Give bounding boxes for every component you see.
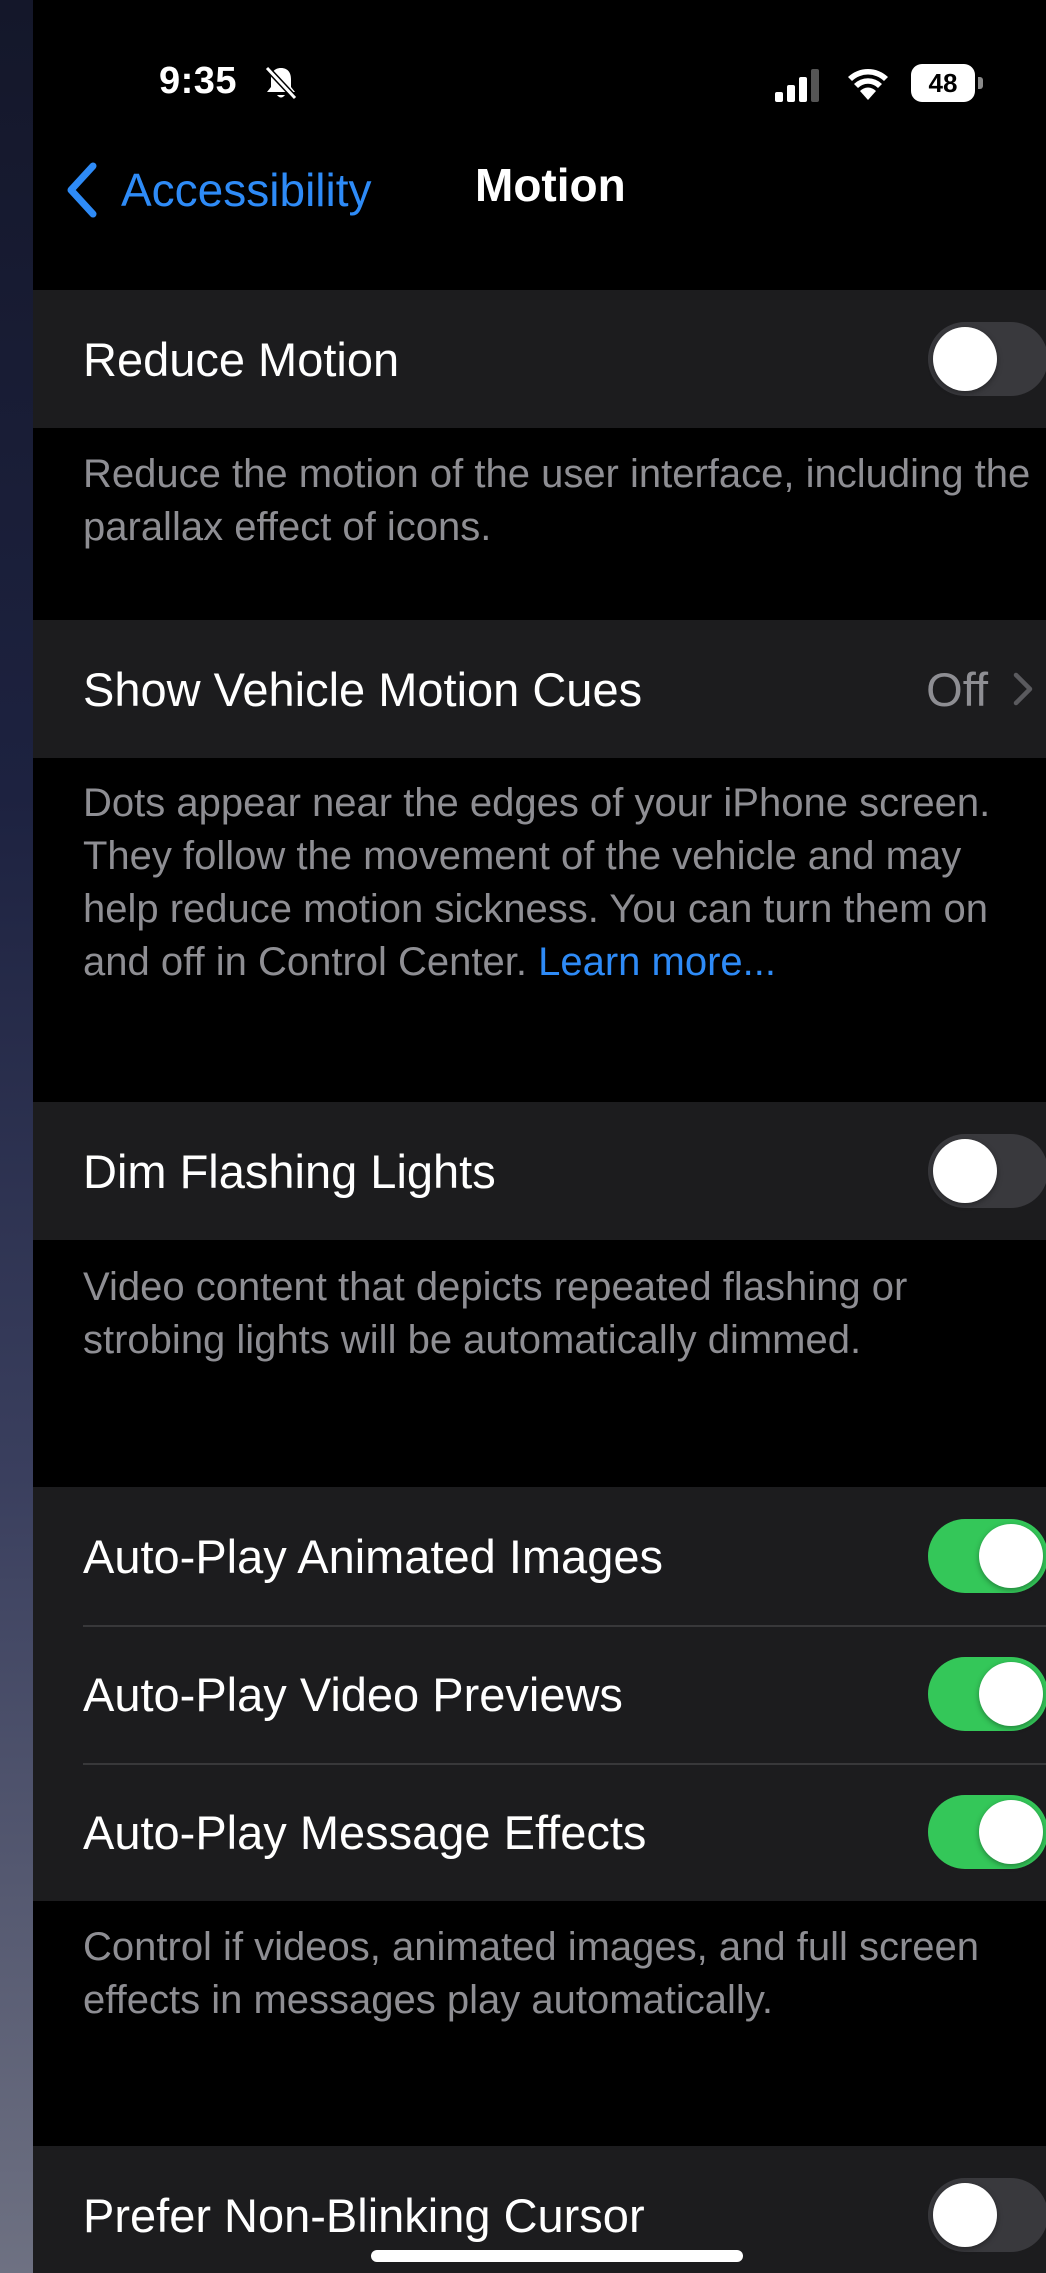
home-indicator[interactable] [371,2250,743,2262]
dim-flashing-lights-group: Dim Flashing Lights [33,1102,1046,1240]
autoplay-footer: Control if videos, animated images, and … [83,1925,980,2022]
non-blinking-cursor-toggle[interactable] [928,2178,1046,2252]
autoplay-animated-images-row[interactable]: Auto-Play Animated Images [33,1487,1046,1625]
autoplay-group: Auto-Play Animated Images Auto-Play Vide… [33,1487,1046,1901]
back-button[interactable]: Accessibility [63,150,372,230]
toggle-knob [933,327,997,391]
battery-icon: 48 [911,64,985,102]
reduce-motion-label: Reduce Motion [83,332,400,386]
reduce-motion-row[interactable]: Reduce Motion [33,290,1046,428]
reduce-motion-group: Reduce Motion [33,290,1046,428]
status-bar: 9:35 48 [33,0,1046,150]
background-edge [0,0,33,2273]
autoplay-message-effects-label: Auto-Play Message Effects [83,1805,647,1859]
dim-flashing-lights-row[interactable]: Dim Flashing Lights [33,1102,1046,1240]
back-label: Accessibility [121,164,372,216]
toggle-knob [933,1139,997,1203]
status-time: 9:35 [159,60,238,102]
reduce-motion-toggle[interactable] [928,322,1046,396]
vehicle-motion-cues-value: Off [926,620,1034,758]
battery-nub [978,77,983,89]
learn-more-link[interactable]: Learn more... [538,940,776,984]
toggle-knob [979,1800,1043,1864]
autoplay-video-previews-row[interactable]: Auto-Play Video Previews [33,1625,1046,1763]
vehicle-motion-cues-footer-text: Dots appear near the edges of your iPhon… [83,781,991,984]
bell-slash-icon [264,65,298,101]
toggle-knob [979,1662,1043,1726]
reduce-motion-footer: Reduce the motion of the user interface,… [83,452,1031,549]
autoplay-video-previews-toggle[interactable] [928,1657,1046,1731]
dim-flashing-lights-footer: Video content that depicts repeated flas… [83,1265,908,1362]
non-blinking-cursor-label: Prefer Non-Blinking Cursor [83,2188,645,2242]
battery-level: 48 [911,64,975,102]
cellular-signal-icon [775,69,819,102]
vehicle-motion-cues-footer: Dots appear near the edges of your iPhon… [83,777,1043,989]
toggle-knob [979,1524,1043,1588]
vehicle-motion-cues-row[interactable]: Show Vehicle Motion Cues Off [33,620,1046,758]
page-title: Motion [475,159,626,211]
chevron-right-icon [1013,672,1033,706]
autoplay-video-previews-label: Auto-Play Video Previews [83,1667,623,1721]
autoplay-message-effects-toggle[interactable] [928,1795,1046,1869]
dim-flashing-lights-toggle[interactable] [928,1134,1046,1208]
phone-screen: 9:35 48 Accessibility Motion Reduce Moti… [33,0,1046,2273]
autoplay-animated-images-toggle[interactable] [928,1519,1046,1593]
vehicle-motion-cues-label: Show Vehicle Motion Cues [83,662,643,716]
autoplay-animated-images-label: Auto-Play Animated Images [83,1529,663,1583]
chevron-left-icon [67,162,97,218]
autoplay-message-effects-row[interactable]: Auto-Play Message Effects [33,1763,1046,1901]
toggle-knob [933,2183,997,2247]
vehicle-motion-cues-group: Show Vehicle Motion Cues Off [33,620,1046,758]
vehicle-motion-cues-value-text: Off [926,662,988,716]
wifi-icon [848,69,888,100]
dim-flashing-lights-label: Dim Flashing Lights [83,1144,496,1198]
